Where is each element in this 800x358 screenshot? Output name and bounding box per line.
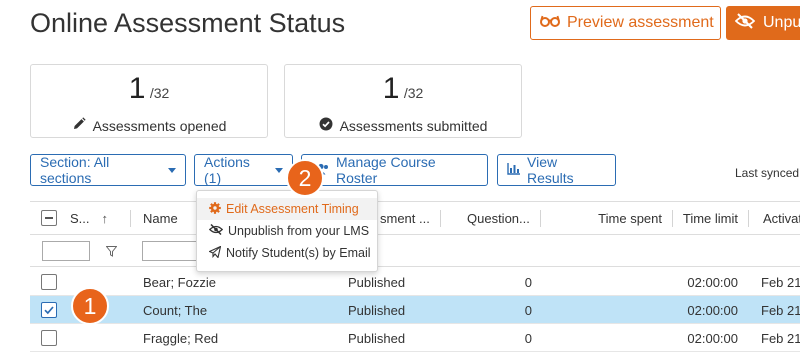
actions-menu: Edit Assessment Timing Unpublish from yo… (196, 190, 378, 272)
column-questions-label: Question... (467, 211, 530, 226)
time-limit: 02:00:00 (687, 274, 738, 290)
bar-chart-icon (507, 162, 521, 178)
table-row[interactable]: Count; The Published 0 02:00:00 Feb 21, (30, 296, 800, 324)
actions-dropdown[interactable]: Actions (1) (194, 154, 293, 186)
actions-label: Actions (1) (204, 154, 250, 186)
stat-opened-caption: Assessments opened (92, 117, 227, 134)
stat-card-opened: 1 /32 Assessments opened (30, 64, 268, 138)
column-name-label: Name (143, 211, 178, 226)
stat-opened-denominator: /32 (149, 85, 170, 101)
minus-icon (45, 217, 53, 219)
filter-icon[interactable] (105, 244, 118, 262)
students-table: S... ↑ Name sment ... Question... Time s… (30, 201, 800, 358)
menu-item-edit-timing[interactable]: Edit Assessment Timing (197, 198, 377, 220)
callout-badge-1: 1 (71, 287, 109, 325)
assessment-status: Published (348, 302, 406, 318)
column-status-label: S... (70, 211, 90, 226)
eye-slash-icon (208, 223, 224, 238)
pencil-icon (72, 117, 86, 134)
chevron-down-icon (168, 167, 176, 173)
preview-assessment-label: Preview assessment (567, 14, 714, 31)
row-checkbox[interactable] (41, 330, 57, 346)
menu-item-label: Notify Student(s) by Email (226, 246, 371, 260)
assessment-status: Published (348, 274, 406, 290)
column-assessment-status[interactable]: sment ... (380, 202, 440, 235)
time-spent (540, 268, 662, 296)
activation-date: Feb 21, (761, 274, 800, 290)
assessment-status: Published (348, 330, 406, 346)
select-all-checkbox[interactable] (41, 210, 57, 226)
chevron-down-icon (275, 167, 283, 173)
time-spent (540, 296, 662, 324)
column-divider (748, 210, 749, 227)
section-filter-label: Section: All sections (40, 154, 110, 186)
column-time-spent[interactable]: Time spent (540, 202, 662, 235)
table-header: S... ↑ Name sment ... Question... Time s… (30, 202, 800, 235)
paper-plane-icon (208, 245, 222, 261)
unpublish-button[interactable]: Unpu (726, 6, 800, 40)
column-time-limit-label: Time limit (682, 211, 738, 226)
column-divider (130, 210, 131, 227)
row-checkbox[interactable] (41, 274, 57, 290)
menu-item-notify[interactable]: Notify Student(s) by Email (197, 242, 377, 264)
menu-item-unpublish[interactable]: Unpublish from your LMS (197, 220, 377, 242)
glasses-icon (540, 14, 560, 33)
table-row[interactable]: Bear; Fozzie Published 0 02:00:00 Feb 21… (30, 268, 800, 296)
preview-assessment-button[interactable]: Preview assessment (530, 6, 721, 40)
student-name: Count; The (143, 302, 208, 318)
page-title: Online Assessment Status (30, 8, 346, 38)
column-questions[interactable]: Question... (467, 202, 547, 235)
stat-opened-value: 1 (128, 72, 146, 105)
view-results-label: View Results (527, 154, 574, 186)
questions-count: 0 (524, 274, 532, 290)
column-time-limit[interactable]: Time limit (672, 202, 738, 235)
status-filter-input[interactable] (42, 241, 90, 261)
time-spent (540, 324, 662, 352)
row-checkbox[interactable] (41, 302, 57, 318)
gear-icon (209, 201, 221, 217)
activation-date: Feb 21, (761, 302, 800, 318)
section-filter-dropdown[interactable]: Section: All sections (30, 154, 186, 186)
stat-submitted-caption: Assessments submitted (339, 117, 488, 134)
time-limit: 02:00:00 (687, 330, 738, 346)
sort-ascending-icon: ↑ (101, 211, 109, 226)
manage-roster-button[interactable]: Manage Course Roster (301, 154, 488, 186)
last-synced-text: Last synced (735, 166, 800, 180)
column-divider (440, 210, 441, 227)
column-status[interactable]: S... ↑ (70, 202, 130, 235)
table-row[interactable]: Fraggle; Red Published 0 02:00:00 Feb 21… (30, 324, 800, 352)
column-activation-label: Activat (763, 211, 800, 226)
view-results-button[interactable]: View Results (497, 154, 616, 186)
student-name: Fraggle; Red (143, 330, 219, 346)
callout-badge-2: 2 (286, 159, 324, 197)
menu-item-label: Edit Assessment Timing (226, 202, 359, 216)
student-name: Bear; Fozzie (143, 274, 216, 290)
manage-roster-label: Manage Course Roster (336, 154, 436, 186)
stat-submitted-denominator: /32 (403, 85, 424, 101)
column-activation[interactable]: Activat (763, 202, 800, 235)
column-assessment-status-label: sment ... (380, 211, 430, 226)
stat-card-submitted: 1 /32 Assessments submitted (284, 64, 522, 138)
checkmark-icon (44, 306, 54, 315)
filter-row (30, 235, 800, 267)
column-time-spent-label: Time spent (598, 211, 662, 226)
eye-slash-icon (734, 12, 756, 34)
questions-count: 0 (524, 302, 532, 318)
activation-date: Feb 21, (761, 330, 800, 346)
column-name[interactable]: Name (143, 202, 203, 235)
time-limit: 02:00:00 (687, 302, 738, 318)
menu-item-label: Unpublish from your LMS (228, 224, 370, 238)
stat-submitted-value: 1 (382, 72, 400, 105)
unpublish-label: Unpu (763, 14, 800, 31)
check-circle-icon (319, 117, 333, 134)
questions-count: 0 (524, 330, 532, 346)
name-filter-input[interactable] (142, 241, 198, 261)
